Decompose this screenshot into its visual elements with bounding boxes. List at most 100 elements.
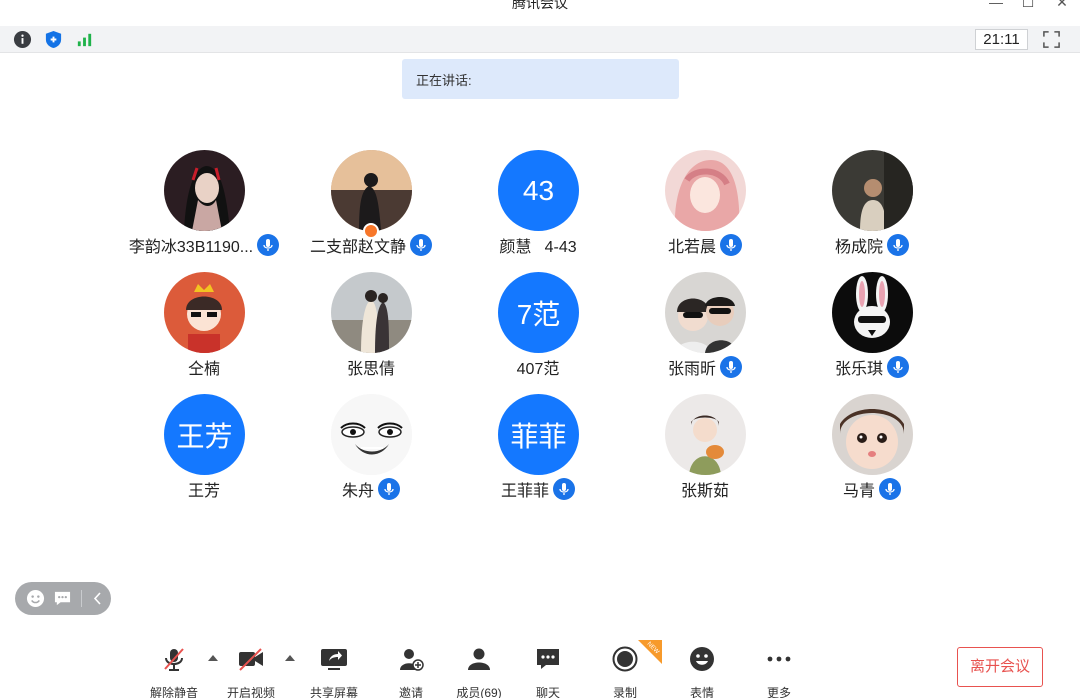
avatar: [164, 150, 245, 231]
microphone-icon: [410, 234, 432, 256]
participant-name: 王芳: [187, 483, 220, 500]
participant-tile[interactable]: 仝楠: [119, 272, 289, 390]
members-label: 成员(69): [456, 686, 502, 698]
avatar: [331, 394, 412, 475]
participant-label: 仝楠: [119, 355, 289, 379]
participant-tile[interactable]: 杨成院: [787, 150, 957, 268]
participant-tile[interactable]: 朱舟: [286, 394, 456, 512]
more-button[interactable]: 更多: [747, 646, 811, 698]
participant-label: 北若晨: [620, 233, 790, 257]
participant-name: 朱舟: [341, 483, 374, 500]
new-feature-badge: NEW: [638, 640, 662, 664]
meeting-clock: 21:11: [975, 29, 1028, 50]
microphone-icon: [879, 478, 901, 500]
participant-tile[interactable]: 张思倩: [286, 272, 456, 390]
participant-name: 张斯茹: [680, 483, 729, 500]
participant-label: 王芳: [119, 477, 289, 501]
participant-label: 马青: [787, 477, 957, 501]
share-screen-button[interactable]: 共享屏幕: [302, 646, 366, 698]
info-icon[interactable]: [13, 30, 32, 49]
participant-name: 张思倩: [346, 361, 395, 378]
microphone-icon: [378, 478, 400, 500]
video-off-icon: [239, 648, 263, 671]
window-title-bar: 腾讯会议 — ☐ ✕: [0, 0, 1080, 26]
microphone-icon: [887, 356, 909, 378]
more-label: 更多: [766, 686, 791, 698]
microphone-muted-icon: [164, 648, 184, 671]
participant-label: 张思倩: [286, 355, 456, 379]
participant-label: 王菲菲: [453, 477, 623, 501]
unmute-label: 解除静音: [149, 686, 198, 698]
participant-name: 颜慧 4-43: [499, 239, 577, 256]
message-icon[interactable]: [53, 590, 72, 607]
security-shield-icon[interactable]: [44, 30, 63, 49]
participant-name: 杨成院: [834, 239, 883, 256]
window-title: 腾讯会议: [512, 0, 568, 11]
participant-label: 杨成院: [787, 233, 957, 257]
share-screen-label: 共享屏幕: [309, 686, 358, 698]
maximize-button[interactable]: ☐: [1018, 0, 1038, 12]
invite-button[interactable]: 邀请: [379, 646, 443, 698]
avatar: [665, 394, 746, 475]
participant-label: 张斯茹: [620, 477, 790, 501]
avatar: [832, 272, 913, 353]
participant-tile[interactable]: 张乐琪: [787, 272, 957, 390]
unmute-button[interactable]: 解除静音: [142, 646, 206, 698]
avatar: [832, 394, 913, 475]
participant-tile[interactable]: 马青: [787, 394, 957, 512]
smiley-icon[interactable]: [26, 589, 45, 608]
avatar: [832, 150, 913, 231]
members-button[interactable]: 成员(69): [447, 646, 511, 698]
participant-tile[interactable]: 李韵冰33B1190...: [119, 150, 289, 268]
participant-tile[interactable]: 菲菲 王菲菲: [453, 394, 623, 512]
record-icon: [612, 646, 638, 672]
record-label: 录制: [612, 686, 637, 698]
participant-tile[interactable]: 张雨昕: [620, 272, 790, 390]
start-video-label: 开启视频: [226, 686, 275, 698]
avatar: [164, 272, 245, 353]
participant-tile[interactable]: 王芳 王芳: [119, 394, 289, 512]
share-screen-icon: [321, 649, 347, 670]
microphone-icon: [720, 234, 742, 256]
start-video-button[interactable]: 开启视频: [219, 646, 283, 698]
reactions-quick-bar: [15, 582, 111, 615]
avatar: [331, 272, 412, 353]
leave-meeting-button[interactable]: 离开会议: [957, 647, 1043, 687]
fullscreen-icon[interactable]: [1042, 30, 1061, 49]
more-dots-icon: [767, 656, 791, 662]
emoji-icon: [690, 647, 714, 671]
close-button[interactable]: ✕: [1052, 0, 1072, 12]
chat-button[interactable]: 聊天: [516, 646, 580, 698]
invite-label: 邀请: [398, 686, 423, 698]
network-signal-icon[interactable]: [75, 30, 94, 49]
audio-options-caret-icon[interactable]: [208, 655, 218, 661]
avatar-initials: 7范: [498, 272, 579, 353]
reactions-button[interactable]: 表情: [670, 646, 734, 698]
reactions-label: 表情: [689, 686, 714, 698]
participant-label: 张乐琪: [787, 355, 957, 379]
participant-label: 李韵冰33B1190...: [119, 233, 289, 257]
avatar: [331, 150, 412, 231]
participant-name: 北若晨: [667, 239, 716, 256]
video-options-caret-icon[interactable]: [285, 655, 295, 661]
participant-tile[interactable]: 张斯茹: [620, 394, 790, 512]
participant-tile[interactable]: 北若晨: [620, 150, 790, 268]
chat-icon: [537, 649, 559, 669]
avatar-initials: 王芳: [164, 394, 245, 475]
chevron-left-icon[interactable]: [93, 592, 103, 605]
minimize-button[interactable]: —: [986, 0, 1006, 12]
participant-tile[interactable]: 43 颜慧 4-43: [453, 150, 623, 268]
participant-label: 407范: [453, 355, 623, 379]
microphone-icon: [720, 356, 742, 378]
microphone-icon: [553, 478, 575, 500]
participant-label: 二支部赵文静: [286, 233, 456, 257]
invite-user-icon: [400, 649, 424, 671]
participant-tile[interactable]: 7范 407范: [453, 272, 623, 390]
meeting-toolbar: 解除静音 开启视频 共享屏幕 邀请 成员(69) 聊天 录制 表情 更多: [0, 636, 1080, 698]
participant-label: 张雨昕: [620, 355, 790, 379]
participant-name: 张乐琪: [834, 361, 883, 378]
participant-tile[interactable]: 二支部赵文静: [286, 150, 456, 268]
chat-label: 聊天: [535, 686, 560, 698]
active-speaker-label: 正在讲话:: [416, 73, 472, 88]
avatar-initials: 菲菲: [498, 394, 579, 475]
